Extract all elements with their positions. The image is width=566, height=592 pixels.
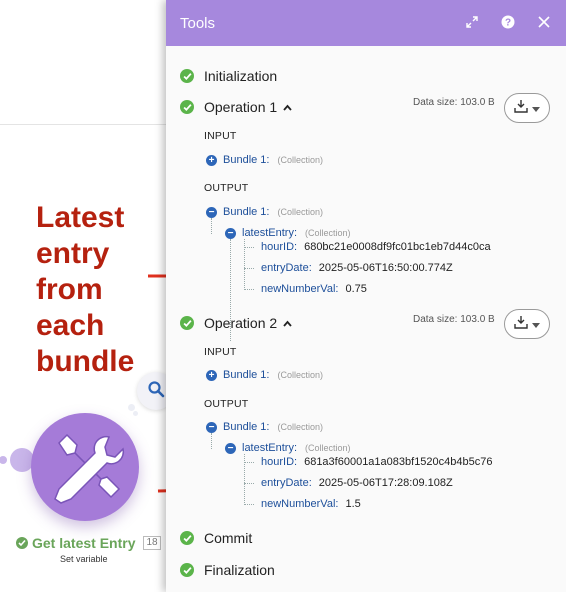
stage-commit[interactable]: Commit <box>180 530 252 546</box>
input-label: INPUT <box>204 346 237 358</box>
collapse-caret-icon[interactable] <box>283 316 292 330</box>
tree-key: Bundle 1: <box>223 369 270 381</box>
field-key: newNumberVal: <box>261 283 339 295</box>
help-icon[interactable]: ? <box>500 14 516 30</box>
get-latest-entry-module[interactable] <box>31 413 139 521</box>
field-row: entryDate: 2025-05-06T17:28:09.108Z <box>261 477 453 489</box>
collapse-minus-icon: − <box>225 227 236 239</box>
field-row: newNumberVal: 1.5 <box>261 498 361 510</box>
field-key: entryDate: <box>261 262 312 274</box>
check-icon <box>180 316 194 330</box>
module-title: Get latest Entry <box>32 535 136 551</box>
field-value: 1.5 <box>345 498 361 510</box>
input-bundle[interactable]: + Bundle 1: (Collection) <box>206 369 323 381</box>
svg-text:?: ? <box>505 18 511 29</box>
tree-type: (Collection) <box>277 207 323 217</box>
field-row: entryDate: 2025-05-06T16:50:00.774Z <box>261 262 453 274</box>
check-icon <box>16 537 28 549</box>
chevron-down-icon <box>532 315 540 333</box>
tree-guide <box>244 247 254 248</box>
tree-guide <box>244 268 254 269</box>
collapse-caret-icon[interactable] <box>283 100 292 114</box>
stage-label: Commit <box>204 530 253 546</box>
stage-label: Finalization <box>204 562 275 578</box>
tree-guide <box>244 462 254 463</box>
tree-type: (Collection) <box>277 422 323 432</box>
module-label: Get latest Entry 18 <box>16 535 161 551</box>
module-subtitle: Set variable <box>60 554 108 564</box>
tree-key: Bundle 1: <box>223 206 270 218</box>
field-value: 0.75 <box>345 283 367 295</box>
tree-key: Bundle 1: <box>223 154 270 166</box>
bubble-dot <box>128 404 135 411</box>
download-button[interactable] <box>504 309 550 339</box>
output-bundle[interactable]: − Bundle 1: (Collection) <box>206 421 323 433</box>
data-size: Data size: 103.0 B <box>413 314 495 325</box>
tree-guide <box>244 483 254 484</box>
field-row: hourID: 680bc21e0008df9fc01bc1eb7d44c0ca <box>261 241 491 253</box>
field-key: hourID: <box>261 241 298 253</box>
data-size: Data size: 103.0 B <box>413 97 495 108</box>
output-bundle[interactable]: − Bundle 1: (Collection) <box>206 206 323 218</box>
download-icon <box>514 99 528 118</box>
output-label: OUTPUT <box>204 398 249 410</box>
latest-entry-node[interactable]: − latestEntry: (Collection) <box>225 442 351 454</box>
stage-label: Operation 1 <box>204 99 278 115</box>
stage-operation-2[interactable]: Operation 2 <box>180 315 292 331</box>
canvas-divider <box>0 124 170 125</box>
tree-type: (Collection) <box>277 370 323 380</box>
collapse-minus-icon: − <box>225 442 236 454</box>
stage-initialization[interactable]: Initialization <box>180 68 277 84</box>
field-value: 680bc21e0008df9fc01bc1eb7d44c0ca <box>304 241 491 253</box>
tools-panel: Tools ? Initialization Operation 1 Data … <box>166 0 566 592</box>
tree-type: (Collection) <box>305 443 351 453</box>
panel-header: Tools ? <box>166 0 566 46</box>
panel-title: Tools <box>180 14 216 32</box>
expand-plus-icon: + <box>206 154 217 166</box>
chevron-down-icon <box>532 99 540 117</box>
stage-label: Operation 2 <box>204 315 278 331</box>
stage-finalization[interactable]: Finalization <box>180 562 275 578</box>
tree-key: latestEntry: <box>242 442 298 454</box>
field-value: 681a3f60001a1a083bf1520c4b4b5c76 <box>304 456 493 468</box>
download-button[interactable] <box>504 93 550 123</box>
field-key: newNumberVal: <box>261 498 339 510</box>
tree-key: Bundle 1: <box>223 421 270 433</box>
module-id-badge: 18 <box>143 536 161 550</box>
stage-label: Initialization <box>204 68 278 84</box>
check-icon <box>180 531 194 545</box>
collapse-minus-icon: − <box>206 206 217 218</box>
tree-key: latestEntry: <box>242 227 298 239</box>
collapse-minus-icon: − <box>206 421 217 433</box>
tree-type: (Collection) <box>277 155 323 165</box>
field-row: hourID: 681a3f60001a1a083bf1520c4b4b5c76 <box>261 456 493 468</box>
check-icon <box>180 563 194 577</box>
field-value: 2025-05-06T17:28:09.108Z <box>318 477 453 489</box>
module-connector <box>0 448 34 472</box>
tree-guide <box>211 433 212 449</box>
tree-type: (Collection) <box>305 228 351 238</box>
check-icon <box>180 100 194 114</box>
expand-icon[interactable] <box>464 14 480 30</box>
tree-guide <box>244 504 254 505</box>
tree-guide <box>244 289 254 290</box>
field-row: newNumberVal: 0.75 <box>261 283 367 295</box>
annotation-text: Latest entry from each bundle <box>36 201 135 378</box>
tree-guide <box>211 218 212 234</box>
tree-guide <box>244 239 245 290</box>
tools-icon <box>54 433 125 504</box>
download-icon <box>514 315 528 334</box>
field-key: entryDate: <box>261 477 312 489</box>
stage-operation-1[interactable]: Operation 1 <box>180 99 292 115</box>
output-label: OUTPUT <box>204 182 249 194</box>
input-bundle[interactable]: + Bundle 1: (Collection) <box>206 154 323 166</box>
close-icon[interactable] <box>536 14 552 30</box>
latest-entry-node[interactable]: − latestEntry: (Collection) <box>225 227 351 239</box>
expand-plus-icon: + <box>206 369 217 381</box>
check-icon <box>180 69 194 83</box>
input-label: INPUT <box>204 130 237 142</box>
field-key: hourID: <box>261 456 298 468</box>
search-icon <box>147 380 165 403</box>
field-value: 2025-05-06T16:50:00.774Z <box>318 262 453 274</box>
